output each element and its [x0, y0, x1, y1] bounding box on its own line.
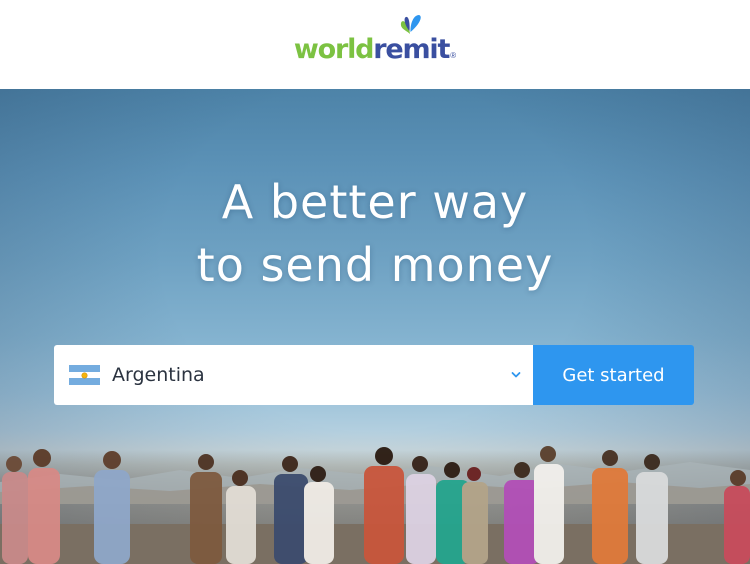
hero-headline-line2: to send money	[196, 238, 554, 292]
logo-world-text: world	[293, 34, 375, 65]
selected-country: Argentina	[112, 364, 205, 386]
send-money-form: Argentina Get started	[54, 345, 694, 405]
worldremit-logo[interactable]: world remit ®	[293, 15, 457, 65]
people-walking-image	[0, 446, 750, 564]
country-select[interactable]: Argentina	[54, 345, 533, 405]
argentina-flag-icon	[69, 365, 100, 385]
chevron-down-icon	[511, 372, 521, 378]
get-started-button[interactable]: Get started	[533, 345, 694, 405]
site-header: world remit ®	[0, 0, 750, 89]
butterfly-icon	[400, 15, 421, 34]
hero-section: A better way to send money Argentina Get…	[0, 89, 750, 564]
logo-remit-text: remit	[373, 34, 450, 65]
hero-headline-line1: A better way	[221, 175, 529, 229]
registered-mark: ®	[450, 51, 457, 60]
